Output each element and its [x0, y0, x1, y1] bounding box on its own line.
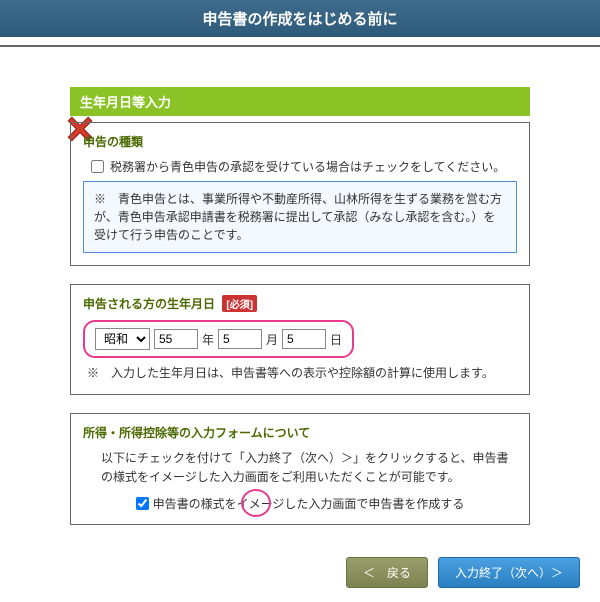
year-input[interactable]: [154, 329, 198, 349]
month-input[interactable]: [218, 329, 262, 349]
image-form-label: 申告書の様式をイメージした入力画面で申告書を作成する: [153, 495, 465, 512]
sub-heading-dob: 申告される方の生年月日 [必須]: [83, 295, 517, 312]
image-form-checkbox[interactable]: [136, 497, 149, 510]
next-button[interactable]: 入力終了（次へ）＞: [438, 557, 580, 588]
sub-heading-form: 所得・所得控除等の入力フォームについて: [83, 424, 517, 441]
panel-declaration-type: 申告の種類 税務署から青色申告の承認を受けている場合はチェックをしてください。 …: [70, 122, 530, 266]
era-select[interactable]: 昭和: [95, 328, 150, 350]
info-text: 青色申告とは、事業所得や不動産所得、山林所得を生ずる業務を営む方が、青色申告承認…: [94, 192, 502, 242]
form-description: 以下にチェックを付けて「入力終了（次へ）＞」をクリックすると、申告書の様式をイメ…: [101, 449, 517, 487]
info-box: ※ 青色申告とは、事業所得や不動産所得、山林所得を生ずる業務を営む方が、青色申告…: [83, 181, 517, 253]
panel-form-style: 所得・所得控除等の入力フォームについて 以下にチェックを付けて「入力終了（次へ）…: [70, 413, 530, 525]
required-badge: [必須]: [222, 295, 257, 312]
sub-heading-type: 申告の種類: [83, 133, 517, 150]
year-label: 年: [202, 331, 214, 348]
back-button[interactable]: ＜ 戻る: [346, 557, 428, 588]
dob-input-group: 昭和 年 月 日: [83, 320, 354, 358]
day-input[interactable]: [282, 329, 326, 349]
page-title: 申告書の作成をはじめる前に: [0, 0, 600, 37]
month-label: 月: [266, 331, 278, 348]
blue-return-label: 税務署から青色申告の承認を受けている場合はチェックをしてください。: [110, 158, 505, 175]
section-heading: 生年月日等入力: [70, 87, 530, 116]
day-label: 日: [330, 331, 342, 348]
dob-note: ※ 入力した生年月日は、申告書等への表示や控除額の計算に使用します。: [87, 364, 517, 382]
panel-dob: 申告される方の生年月日 [必須] 昭和 年 月 日 ※ 入力した生年月日は、申告…: [70, 284, 530, 395]
info-prefix: ※: [94, 192, 118, 206]
blue-return-checkbox[interactable]: [91, 160, 104, 173]
button-row: ＜ 戻る 入力終了（次へ）＞: [0, 543, 600, 602]
